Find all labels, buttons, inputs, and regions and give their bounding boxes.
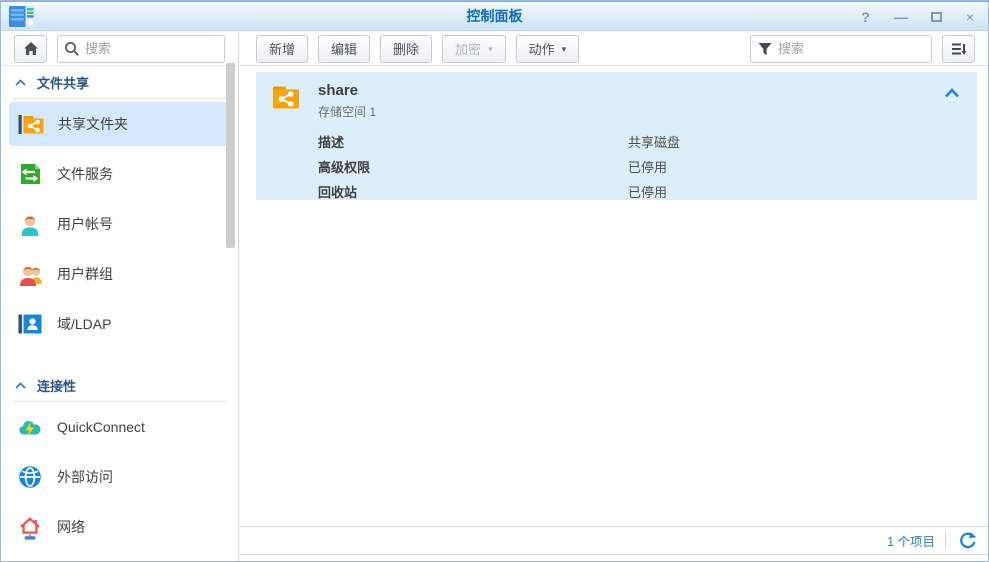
collapse-chevron-up-icon[interactable] [943, 86, 961, 100]
sidebar-item-label: 共享文件夹 [58, 114, 128, 134]
encrypt-dropdown-button: 加密 [442, 35, 506, 63]
titlebar: 控制面板 ? — × [1, 1, 988, 31]
filter-search-input[interactable] [750, 35, 932, 63]
sidebar-item-label: 网络 [57, 517, 85, 537]
search-icon [64, 41, 80, 57]
share-name: share [318, 80, 963, 99]
sidebar-item-external-access[interactable]: 外部访问 [1, 452, 238, 502]
detail-value: 已停用 [628, 157, 667, 176]
sort-button[interactable] [942, 35, 975, 63]
home-button[interactable] [14, 35, 47, 63]
sidebar: 文件共享 共享文件夹 [1, 32, 239, 561]
detail-label: 回收站 [318, 182, 628, 201]
sidebar-item-user-group[interactable]: 用户群组 [1, 249, 238, 299]
sidebar-item-shared-folders[interactable]: 共享文件夹 [9, 102, 230, 146]
detail-row-advanced-permissions: 高级权限 已停用 [318, 154, 963, 179]
edit-button[interactable]: 编辑 [318, 35, 370, 63]
section-label: 连接性 [37, 376, 76, 395]
sidebar-scrollbar-thumb[interactable] [226, 63, 235, 248]
file-services-icon [16, 160, 44, 188]
minimize-icon[interactable]: — [894, 10, 907, 24]
detail-row-description: 描述 共享磁盘 [318, 129, 963, 154]
network-icon [16, 513, 44, 541]
refresh-icon [958, 531, 977, 550]
create-button[interactable]: 新增 [256, 35, 308, 63]
shared-folder-icon [17, 110, 45, 138]
action-dropdown-button[interactable]: 动作 [516, 35, 580, 63]
sidebar-item-label: 域/LDAP [57, 314, 111, 334]
sidebar-item-user-account[interactable]: 用户帐号 [1, 199, 238, 249]
help-icon[interactable]: ? [861, 10, 870, 24]
sidebar-item-network[interactable]: 网络 [1, 502, 238, 552]
chevron-up-icon [15, 79, 26, 86]
sidebar-item-label: 文件服务 [57, 164, 113, 184]
delete-button[interactable]: 删除 [380, 35, 432, 63]
shared-folder-row[interactable]: share 存储空间 1 描述 共享磁盘 高级权限 已停用 回收站 已停用 [256, 72, 977, 200]
section-header-file-sharing[interactable]: 文件共享 [13, 66, 226, 99]
shared-folder-large-icon [269, 80, 303, 114]
window-controls: ? — × [861, 2, 974, 32]
quickconnect-icon [16, 413, 44, 441]
external-access-icon [16, 463, 44, 491]
sidebar-search [57, 35, 225, 63]
detail-label: 描述 [318, 132, 628, 151]
sidebar-item-label: 外部访问 [57, 467, 113, 487]
filter-icon [757, 41, 773, 57]
main-panel: 新增 编辑 删除 加密 动作 [240, 32, 988, 561]
section-label: 文件共享 [37, 73, 89, 92]
sort-icon [951, 41, 967, 57]
detail-label: 高级权限 [318, 157, 628, 176]
sidebar-item-quickconnect[interactable]: QuickConnect [1, 402, 238, 452]
sidebar-item-label: 用户群组 [57, 264, 113, 284]
item-count: 1 个项目 [887, 531, 935, 550]
sidebar-item-domain-ldap[interactable]: 域/LDAP [1, 299, 238, 349]
home-icon [23, 41, 39, 56]
card-body: share 存储空间 1 描述 共享磁盘 高级权限 已停用 回收站 已停用 [256, 72, 977, 204]
sidebar-item-dhcp-server[interactable]: DHCP Server [1, 552, 238, 561]
share-details: 描述 共享磁盘 高级权限 已停用 回收站 已停用 [318, 129, 963, 204]
footer-divider [945, 532, 946, 549]
status-bar: 1 个项目 [240, 526, 988, 555]
sidebar-item-file-services[interactable]: 文件服务 [1, 149, 238, 199]
section-header-connectivity[interactable]: 连接性 [13, 369, 226, 402]
close-icon[interactable]: × [966, 10, 974, 24]
refresh-button[interactable] [956, 530, 978, 552]
domain-ldap-icon [16, 310, 44, 338]
chevron-up-icon [15, 382, 26, 389]
control-panel-window: 控制面板 ? — × [0, 0, 989, 562]
maximize-icon[interactable] [931, 12, 942, 22]
sidebar-topbar [1, 32, 238, 66]
share-location: 存储空间 1 [318, 103, 963, 120]
detail-row-recycle-bin: 回收站 已停用 [318, 179, 963, 204]
detail-value: 已停用 [628, 182, 667, 201]
sidebar-nav: 文件共享 共享文件夹 [1, 66, 238, 561]
sidebar-item-label: QuickConnect [57, 419, 145, 435]
detail-value: 共享磁盘 [628, 132, 680, 151]
user-group-icon [16, 260, 44, 288]
sidebar-search-input[interactable] [57, 35, 225, 63]
user-account-icon [16, 210, 44, 238]
page-title: 控制面板 [1, 2, 988, 32]
sidebar-item-label: 用户帐号 [57, 214, 113, 234]
toolbar: 新增 编辑 删除 加密 动作 [240, 32, 988, 66]
filter-search [750, 35, 932, 63]
